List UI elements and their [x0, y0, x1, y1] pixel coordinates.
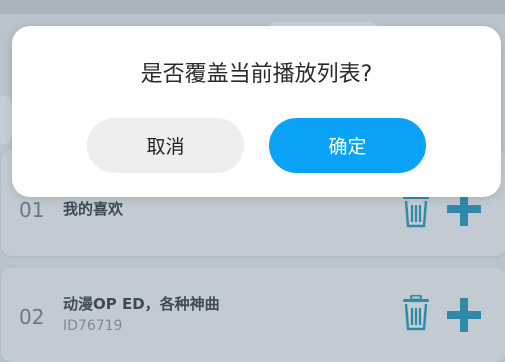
background-header [0, 0, 505, 14]
dialog-message: 是否覆盖当前播放列表? [140, 62, 373, 87]
playlist-index: 02 [19, 305, 45, 329]
playlist-index: 01 [19, 198, 45, 222]
trash-icon[interactable] [401, 192, 431, 228]
playlist-item[interactable]: 02 动漫OP ED，各种神曲 ID76719 [1, 268, 505, 362]
playlist-title: 动漫OP ED，各种神曲 [63, 295, 220, 313]
cancel-button[interactable]: 取消 [87, 118, 244, 173]
plus-icon[interactable] [447, 298, 481, 332]
playlist-id: ID76719 [63, 318, 123, 334]
trash-icon[interactable] [401, 295, 431, 331]
playlist-title: 我的喜欢 [63, 200, 124, 218]
confirm-button[interactable]: 确定 [269, 118, 426, 173]
confirm-dialog: 是否覆盖当前播放列表? 取消 确定 [12, 26, 501, 197]
plus-icon[interactable] [447, 192, 481, 226]
background-panel-edge [0, 96, 12, 144]
